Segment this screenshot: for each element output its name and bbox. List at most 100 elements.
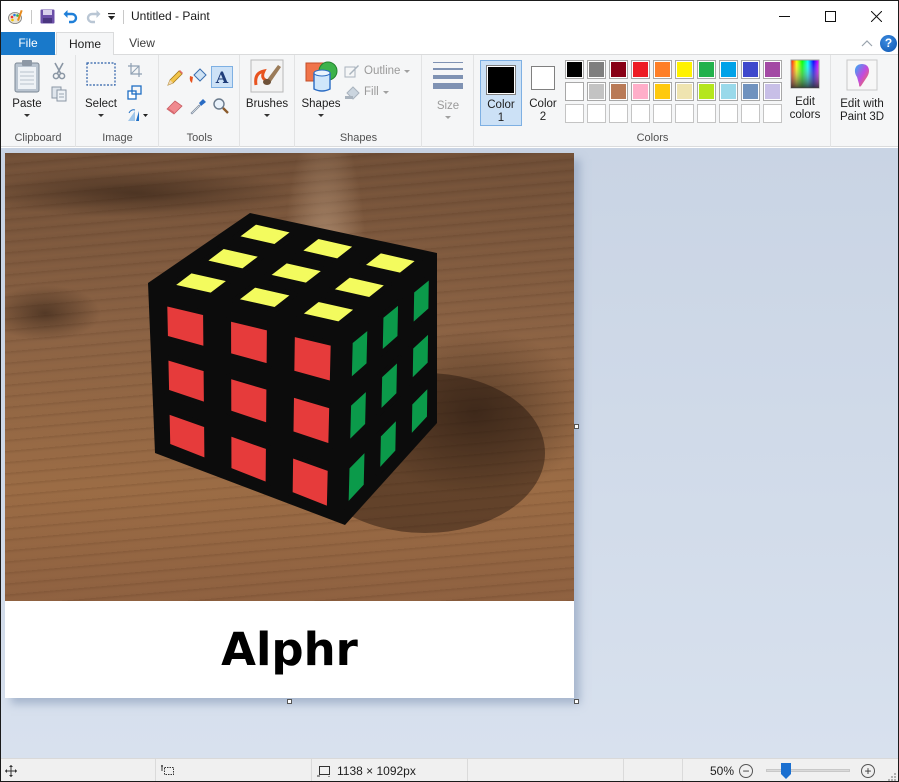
shapes-button[interactable]: Shapes [301, 59, 341, 117]
palette-swatch[interactable] [675, 82, 694, 101]
swatch-fill [567, 62, 582, 77]
custom-color-slot[interactable] [675, 104, 694, 123]
drawing-canvas[interactable]: Alphr [5, 153, 574, 698]
pencil-tool[interactable] [165, 68, 185, 88]
resize-button[interactable] [125, 82, 145, 102]
palette-swatch[interactable] [763, 82, 782, 101]
paint-window: Untitled - Paint File Home View ? Paste [0, 0, 899, 782]
eraser-tool[interactable] [165, 96, 185, 116]
text-tool[interactable]: A [211, 66, 233, 88]
close-button[interactable] [853, 1, 898, 32]
custom-color-slot[interactable] [697, 104, 716, 123]
separator [467, 759, 468, 781]
palette-swatch[interactable] [697, 82, 716, 101]
custom-color-slot[interactable] [565, 104, 584, 123]
select-button[interactable]: Select [83, 59, 119, 117]
tab-view[interactable]: View [114, 32, 170, 55]
swatch-fill [655, 62, 670, 77]
size-label: Size [436, 100, 460, 112]
brushes-label: Brushes [245, 98, 289, 110]
palette-swatch[interactable] [741, 82, 760, 101]
undo-icon[interactable] [61, 8, 79, 26]
crop-button[interactable] [125, 60, 145, 80]
custom-color-slot[interactable] [741, 104, 760, 123]
palette-swatch[interactable] [565, 82, 584, 101]
customize-dropdown-icon[interactable] [105, 8, 117, 26]
palette-swatch[interactable] [587, 60, 606, 79]
outline-pen-icon [344, 65, 359, 78]
palette-swatch[interactable] [609, 82, 628, 101]
paint-app-icon[interactable] [7, 8, 25, 26]
copy-button[interactable] [49, 84, 69, 104]
palette-swatch[interactable] [609, 60, 628, 79]
cube-sticker [226, 316, 272, 369]
group-label-image: Image [102, 132, 133, 144]
color2-swatch [531, 66, 555, 90]
custom-color-slot[interactable] [587, 104, 606, 123]
palette-swatch[interactable] [631, 60, 650, 79]
custom-color-slot[interactable] [763, 104, 782, 123]
zoom-in-button[interactable]: + [861, 764, 875, 778]
color2-button[interactable]: Color 2 [524, 60, 566, 126]
close-icon [870, 11, 882, 22]
save-icon[interactable] [38, 8, 56, 26]
palette-swatch[interactable] [741, 60, 760, 79]
brushes-button[interactable]: Brushes [244, 59, 290, 117]
separator [311, 759, 312, 781]
custom-color-slot[interactable] [653, 104, 672, 123]
custom-color-slot[interactable] [719, 104, 738, 123]
title-bar: Untitled - Paint [1, 1, 898, 32]
palette-swatch[interactable] [675, 60, 694, 79]
redo-icon[interactable] [84, 8, 102, 26]
custom-color-slot[interactable] [631, 104, 650, 123]
palette-swatch[interactable] [653, 82, 672, 101]
palette-swatch[interactable] [631, 82, 650, 101]
swatch-fill [721, 62, 736, 77]
selection-size [161, 759, 175, 781]
move-cursor-icon [5, 765, 17, 777]
color-picker-tool[interactable] [188, 96, 208, 116]
color1-button[interactable]: Color 1 [480, 60, 522, 126]
magnifier-tool[interactable] [211, 96, 231, 116]
resize-handle-bottom[interactable] [287, 699, 292, 704]
chevron-up-icon [861, 40, 873, 47]
palette-swatch[interactable] [587, 82, 606, 101]
brushes-dropdown-icon [264, 114, 270, 117]
cut-button[interactable] [49, 61, 69, 81]
outline-dropdown-icon [404, 69, 411, 73]
edit-with-paint3d-button[interactable]: Edit with Paint 3D [834, 59, 890, 124]
palette-swatch[interactable] [653, 60, 672, 79]
tab-file[interactable]: File [1, 32, 55, 55]
fill-tool[interactable] [188, 67, 208, 87]
palette-swatch[interactable] [697, 60, 716, 79]
zoom-out-button[interactable]: − [739, 764, 753, 778]
paste-button[interactable]: Paste [7, 59, 47, 117]
swatch-fill [699, 84, 714, 99]
resize-handle-right[interactable] [574, 424, 579, 429]
canvas-workspace[interactable]: Alphr [1, 148, 898, 758]
minimize-button[interactable] [761, 1, 807, 32]
palette-swatch[interactable] [719, 82, 738, 101]
outline-button[interactable]: Outline [344, 62, 411, 80]
group-label-clipboard: Clipboard [14, 132, 62, 144]
size-button[interactable]: Size [429, 59, 467, 119]
group-brushes: Brushes [241, 55, 295, 147]
fill-dropdown-icon [382, 90, 389, 94]
zoom-slider-thumb[interactable] [780, 763, 791, 779]
palette-swatch[interactable] [565, 60, 584, 79]
collapse-ribbon-button[interactable] [859, 36, 875, 52]
resize-grip-icon[interactable] [887, 772, 896, 781]
help-button[interactable]: ? [880, 35, 897, 52]
resize-handle-corner[interactable] [574, 699, 579, 704]
swatch-fill [743, 106, 758, 121]
custom-color-slot[interactable] [609, 104, 628, 123]
rotate-button[interactable] [125, 105, 151, 125]
maximize-button[interactable] [807, 1, 853, 32]
swatch-fill [633, 106, 648, 121]
palette-swatch[interactable] [719, 60, 738, 79]
fill-button[interactable]: Fill [344, 83, 389, 101]
edit-colors-button[interactable]: Edit colors [785, 59, 825, 122]
zoom-slider[interactable] [766, 769, 850, 772]
palette-swatch[interactable] [763, 60, 782, 79]
tab-home[interactable]: Home [56, 32, 114, 56]
